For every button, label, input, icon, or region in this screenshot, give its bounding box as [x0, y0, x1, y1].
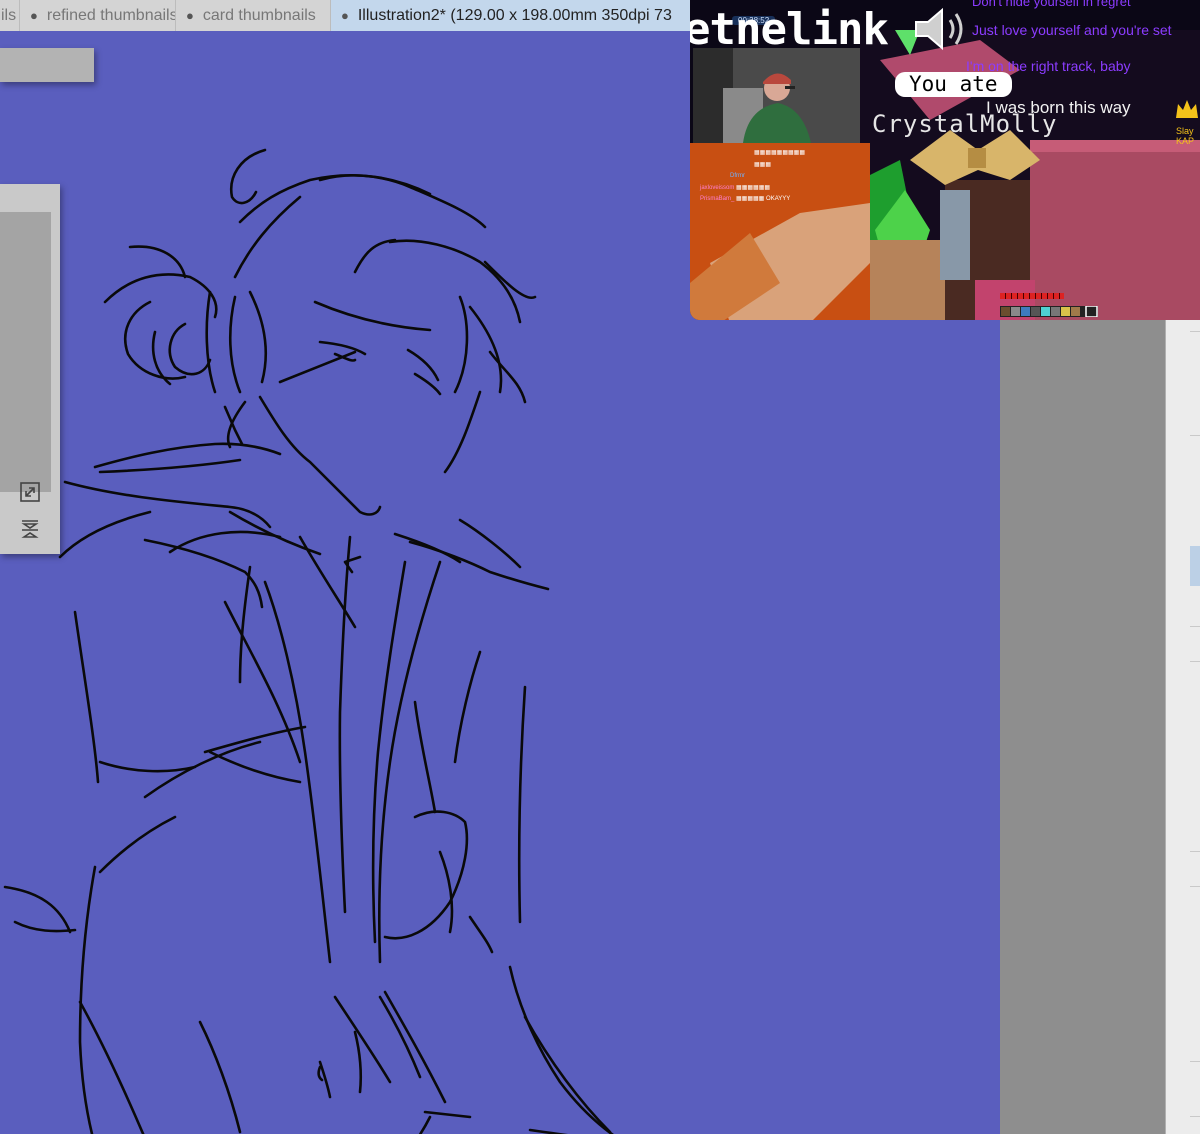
emote-row: ▦▦▦▦▦▦▦▦▦: [754, 150, 806, 156]
chat-user: jaxloveissom: [700, 185, 735, 191]
tab-label: refined thumbnails: [46, 7, 176, 24]
panel-divider: [1190, 435, 1200, 436]
tab-label: card thumbnails: [202, 7, 316, 24]
chat-text: OKAYYY: [766, 196, 791, 202]
tab-refined-thumbnails[interactable]: ● refined thumbnails: [20, 0, 176, 31]
chat-user: Dfrmr: [730, 173, 745, 179]
unsaved-dot-icon: ●: [30, 8, 38, 23]
speaker-icon: [912, 6, 972, 57]
chat-message: Dfrmr: [700, 173, 745, 179]
panel-divider: [1190, 626, 1200, 627]
tab-illustration2[interactable]: ● Illustration2* (129.00 x 198.00mm 350dp…: [331, 0, 700, 31]
webcam-art: [693, 48, 860, 143]
navigator-preview[interactable]: [0, 212, 51, 492]
tab-card-thumbnails[interactable]: ● card thumbnails: [176, 0, 331, 31]
chat-message: PrismaBam_ ▦▦▦▦▦ OKAYYY: [700, 196, 791, 202]
panel-divider: [1190, 1116, 1200, 1117]
floating-toolbar[interactable]: [0, 48, 94, 82]
badge-text: Slay KAP: [1176, 126, 1195, 146]
unsaved-dot-icon: ●: [341, 8, 349, 23]
panel-divider: [1190, 851, 1200, 852]
fit-to-screen-icon[interactable]: [18, 480, 42, 504]
crown-icon: [1174, 98, 1200, 125]
panel-selected-row[interactable]: [1190, 546, 1200, 586]
lyric-line: Just love yourself and you're set: [972, 22, 1172, 38]
player-username: CrystalMolly: [872, 110, 1058, 138]
emote-row: ▦▦▦: [754, 162, 772, 168]
tab-label: Illustration2* (129.00 x 198.00mm 350dpi…: [357, 7, 672, 24]
stream-overlay-window[interactable]: 00:38:52 etnelink Don't hide yourself in…: [690, 0, 1200, 320]
game-hotbar: [1000, 306, 1098, 317]
tab-partial[interactable]: ils: [0, 0, 20, 31]
webcam-view: [693, 48, 860, 143]
lyric-line: Don't hide yourself in regret: [972, 0, 1131, 9]
unsaved-dot-icon: ●: [186, 8, 194, 23]
health-bar: [1000, 293, 1064, 299]
chat-background-art: [690, 203, 870, 320]
panel-divider: [1190, 886, 1200, 887]
flip-vertical-icon[interactable]: [18, 517, 42, 541]
chat-message: jaxloveissom ▦▦▦▦▦▦: [700, 185, 771, 191]
stream-chat: ▦▦▦▦▦▦▦▦▦ ▦▦▦ Dfrmr jaxloveissom ▦▦▦▦▦▦ …: [690, 143, 870, 320]
chat-popup: You ate: [895, 72, 1012, 97]
panel-divider: [1190, 661, 1200, 662]
navigator-panel: [0, 184, 60, 554]
panel-divider: [1190, 1061, 1200, 1062]
panel-divider: [1190, 331, 1200, 332]
tab-label: ils: [1, 7, 17, 24]
chat-user: PrismaBam_: [700, 196, 735, 202]
